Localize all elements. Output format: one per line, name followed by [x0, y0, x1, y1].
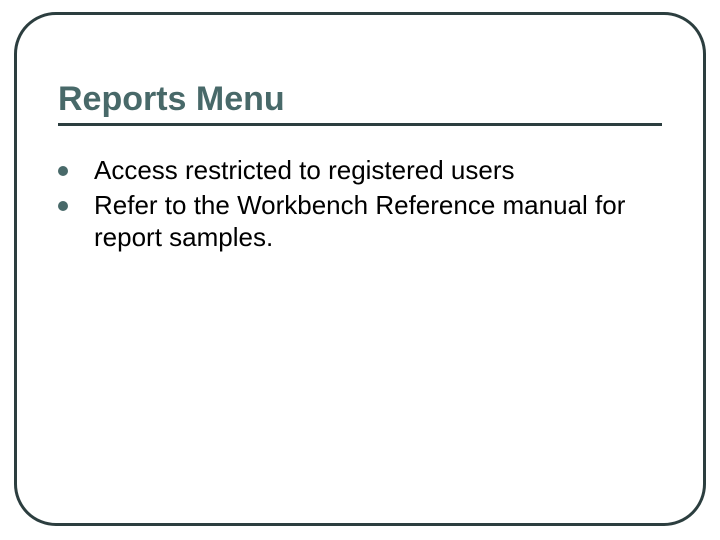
bullet-text: Refer to the Workbench Reference manual …: [94, 189, 662, 254]
bullet-icon: [58, 201, 68, 211]
slide-title: Reports Menu: [58, 80, 662, 119]
list-item: Refer to the Workbench Reference manual …: [58, 189, 662, 254]
bullet-list: Access restricted to registered users Re…: [58, 154, 662, 254]
title-underline: [58, 123, 662, 126]
list-item: Access restricted to registered users: [58, 154, 662, 187]
bullet-text: Access restricted to registered users: [94, 154, 662, 187]
slide-content: Reports Menu Access restricted to regist…: [58, 80, 662, 256]
bullet-icon: [58, 166, 68, 176]
